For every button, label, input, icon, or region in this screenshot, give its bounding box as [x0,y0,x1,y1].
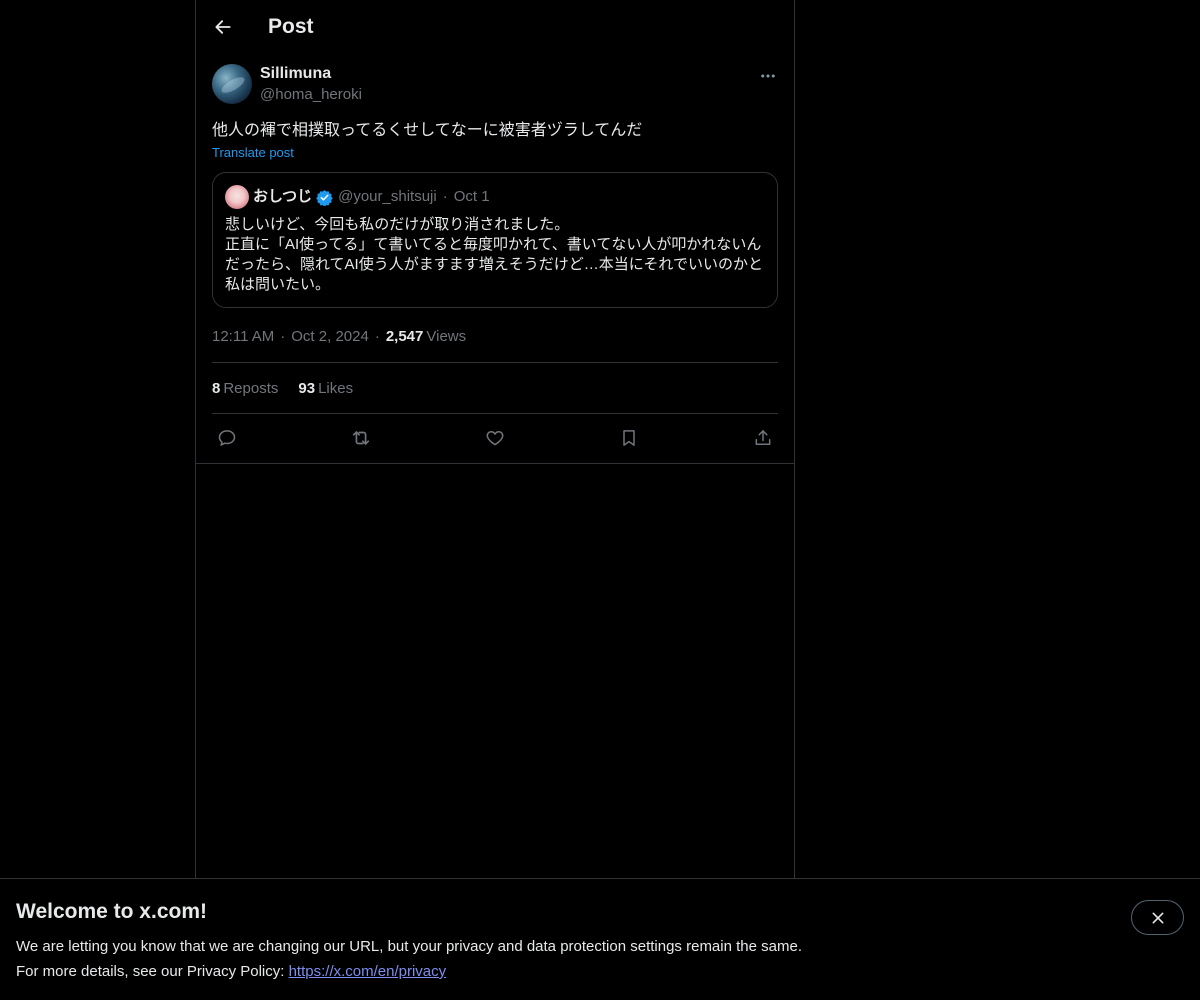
reply-button[interactable] [216,427,238,449]
banner-message: We are letting you know that we are chan… [16,938,802,955]
quoted-post[interactable]: おしつじ @your_shitsuji · Oct 1 悲しいけど、今回も私のだ… [212,172,778,308]
separator-dot: · [280,327,286,345]
banner-privacy-line: For more details, see our Privacy Policy… [16,961,1184,983]
page-title: Post [268,15,314,38]
likes-stat[interactable]: 93 Likes [298,380,353,397]
more-icon [761,74,775,78]
quoted-handle: @your_shitsuji [338,188,437,205]
author-row: Sillimuna @homa_heroki [212,64,778,106]
translate-post-link[interactable]: Translate post [212,145,294,160]
verified-badge-icon [316,189,333,206]
views-count: 2,547 [385,327,424,345]
likes-count: 93 [298,379,316,397]
reposts-count: 8 [212,379,221,397]
post-time[interactable]: 12:11 AM [212,328,274,345]
author-display-name[interactable]: Sillimuna [260,64,362,84]
more-options-button[interactable] [758,66,778,86]
like-icon [486,431,504,446]
main-column: Post Sillimuna @homa_heroki 他人の褌で相撲取ってるく… [195,0,795,880]
post-bottom-divider [196,463,794,464]
page-header: Post [196,0,794,54]
likes-label: Likes [318,379,354,397]
post-stats: 8 Reposts 93 Likes [212,362,778,414]
quoted-avatar [225,185,249,209]
separator-dot: · [442,188,448,205]
reposts-stat[interactable]: 8 Reposts [212,380,278,397]
post-text: 他人の褌で相撲取ってるくせしてなーに被害者ヅラしてんだ [212,122,643,139]
quoted-date: Oct 1 [453,188,490,205]
back-button[interactable] [212,16,234,38]
author-handle[interactable]: @homa_heroki [260,84,362,106]
bookmark-button[interactable] [618,427,640,449]
action-bar [212,414,778,462]
close-banner-button[interactable] [1131,900,1184,935]
views-label: Views [426,327,467,345]
bookmark-icon [623,430,635,446]
close-icon [1152,912,1163,923]
separator-dot: · [374,327,380,345]
arrow-left-icon [215,20,231,34]
post: Sillimuna @homa_heroki 他人の褌で相撲取ってるくせしてなー… [196,54,794,462]
reply-icon [218,430,236,446]
reposts-label: Reposts [223,379,279,397]
repost-icon [352,431,370,445]
quoted-post-header: おしつじ @your_shitsuji · Oct 1 [225,185,765,209]
privacy-policy-link[interactable]: https://x.com/en/privacy [289,963,447,980]
banner-privacy-prefix: For more details, see our Privacy Policy… [16,963,289,980]
banner-title: Welcome to x.com! [16,900,207,923]
author-names: Sillimuna @homa_heroki [260,64,362,106]
quoted-post-text: 悲しいけど、今回も私のだけが取り消されました。 正直に「AI使ってる」て書いてる… [225,216,763,293]
like-button[interactable] [484,427,506,449]
avatar[interactable] [212,64,252,104]
repost-button[interactable] [350,427,372,449]
post-meta: 12:11 AM · Oct 2, 2024 · 2,547 Views [212,326,778,346]
post-date[interactable]: Oct 2, 2024 [291,328,369,345]
share-button[interactable] [752,427,774,449]
share-icon [755,430,771,445]
welcome-banner: Welcome to x.com! We are letting you kno… [0,878,1200,1000]
quoted-display-name: おしつじ [253,188,313,205]
